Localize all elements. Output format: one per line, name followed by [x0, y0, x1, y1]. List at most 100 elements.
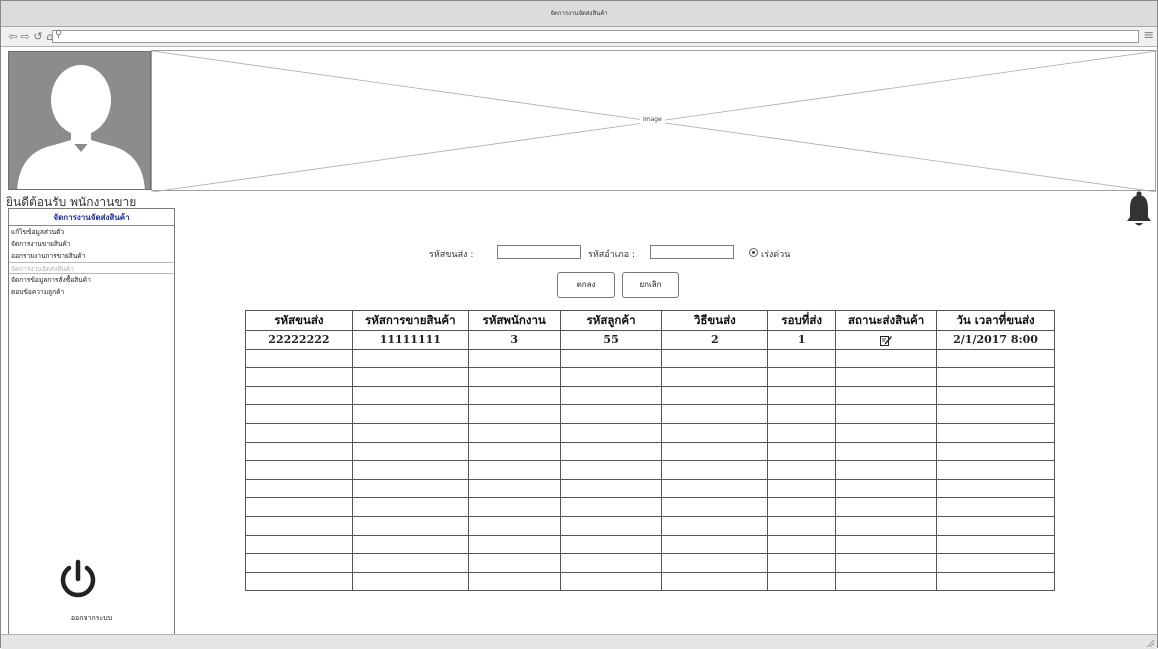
table-cell	[767, 515, 837, 536]
logout-label[interactable]: ออกจากระบบ	[9, 613, 174, 624]
table-cell	[245, 441, 353, 462]
table-cell	[767, 460, 837, 480]
power-icon[interactable]	[57, 559, 99, 601]
table-cell	[351, 553, 469, 573]
table-row[interactable]	[245, 367, 1055, 387]
table-cell	[767, 571, 837, 592]
table-row[interactable]	[245, 460, 1055, 480]
table-row[interactable]	[245, 553, 1055, 573]
table-cell	[245, 385, 353, 406]
bell-icon[interactable]	[1125, 189, 1153, 229]
browser-window: จัดการงานจัดส่งสินค้า ⇦ ⇨ ↺ ⌂ ⚲ ≡ Image …	[0, 0, 1158, 649]
table-cell	[835, 571, 938, 592]
table-cell	[467, 515, 561, 536]
back-icon[interactable]: ⇦	[7, 29, 19, 44]
sidebar-item-sales-report[interactable]: ออกรายงานการขายสินค้า	[9, 250, 174, 262]
table-cell	[936, 478, 1055, 499]
shipping-code-input[interactable]	[497, 245, 581, 259]
table-cell	[661, 534, 769, 555]
table-cell	[835, 478, 938, 499]
table-cell	[559, 497, 663, 517]
table-row[interactable]	[245, 404, 1055, 424]
table-cell	[835, 422, 938, 443]
table-cell	[559, 460, 663, 480]
table-row[interactable]	[245, 385, 1055, 406]
table-cell	[936, 385, 1055, 406]
table-cell	[835, 367, 938, 387]
shipping-table: รหัสขนส่ง รหัสการขายสินค้า รหัสพนักงาน ร…	[245, 310, 1055, 592]
urgent-radio[interactable]	[749, 248, 758, 257]
table-cell: 2	[661, 330, 769, 350]
table-cell	[661, 367, 769, 387]
table-cell	[351, 385, 469, 406]
avatar	[8, 51, 151, 190]
table-cell	[835, 534, 938, 555]
table-cell	[661, 404, 769, 424]
sidebar: จัดการงานจัดส่งสินค้า แก้ไขข้อมูลส่วนตัว…	[8, 208, 175, 636]
table-cell	[467, 497, 561, 517]
table-cell	[767, 367, 837, 387]
forward-icon[interactable]: ⇨	[19, 29, 31, 44]
resize-grip-icon[interactable]	[1146, 639, 1155, 648]
table-cell	[467, 404, 561, 424]
cancel-button[interactable]: ยกเลิก	[622, 272, 679, 298]
table-cell	[245, 571, 353, 592]
table-cell	[245, 348, 353, 369]
sidebar-item-orders[interactable]: จัดการข้อมูลการสั่งซื้อสินค้า	[9, 274, 174, 286]
table-cell	[351, 571, 469, 592]
table-cell	[245, 404, 353, 424]
district-code-input[interactable]	[650, 245, 734, 259]
table-cell	[245, 497, 353, 517]
table-cell	[559, 441, 663, 462]
table-row[interactable]	[245, 441, 1055, 462]
table-row[interactable]	[245, 348, 1055, 369]
table-cell	[835, 385, 938, 406]
table-cell	[351, 460, 469, 480]
table-row[interactable]	[245, 497, 1055, 517]
table-cell	[936, 515, 1055, 536]
table-cell	[351, 534, 469, 555]
table-row[interactable]	[245, 534, 1055, 555]
table-row[interactable]	[245, 571, 1055, 592]
table-row[interactable]: 22222222 11111111 3 55 2 1 2/1/2017 8:00	[245, 330, 1055, 350]
table-cell	[467, 460, 561, 480]
table-cell: 1	[767, 330, 837, 350]
table-cell	[245, 553, 353, 573]
table-cell	[661, 478, 769, 499]
table-cell	[936, 460, 1055, 480]
status-cell	[835, 330, 938, 350]
table-row[interactable]	[245, 478, 1055, 499]
shipping-code-label: รหัสขนส่ง :	[429, 250, 474, 260]
window-title: จัดการงานจัดส่งสินค้า	[1, 1, 1157, 27]
table-cell	[767, 422, 837, 443]
table-cell	[661, 553, 769, 573]
sidebar-item-edit-profile[interactable]: แก้ไขข้อมูลส่วนตัว	[9, 226, 174, 238]
table-cell	[767, 534, 837, 555]
table-cell	[661, 385, 769, 406]
table-cell	[351, 441, 469, 462]
edit-icon[interactable]	[880, 335, 893, 346]
table-cell	[245, 367, 353, 387]
column-header: รหัสการขายสินค้า	[351, 310, 469, 331]
table-cell	[559, 571, 663, 592]
refresh-icon[interactable]: ↺	[32, 29, 44, 44]
search-icon: ⚲	[55, 29, 63, 40]
table-cell	[936, 534, 1055, 555]
sidebar-item-customer-messages[interactable]: ตอบข้อความลูกค้า	[9, 286, 174, 298]
table-cell	[351, 404, 469, 424]
table-cell	[467, 571, 561, 592]
table-cell	[835, 460, 938, 480]
table-cell	[559, 515, 663, 536]
address-bar[interactable]: ⚲	[52, 29, 1139, 43]
table-cell	[245, 460, 353, 480]
table-row[interactable]	[245, 515, 1055, 536]
table-cell	[835, 553, 938, 573]
menu-icon[interactable]: ≡	[1143, 28, 1154, 43]
table-cell	[467, 422, 561, 443]
ok-button[interactable]: ตกลง	[557, 272, 615, 298]
table-cell	[767, 348, 837, 369]
sidebar-item-sales[interactable]: จัดการงานขายสินค้า	[9, 238, 174, 250]
table-row[interactable]	[245, 422, 1055, 443]
column-header: รหัสขนส่ง	[245, 310, 353, 331]
sidebar-item-shipping[interactable]: จัดการงานจัดส่งสินค้า	[9, 262, 174, 274]
